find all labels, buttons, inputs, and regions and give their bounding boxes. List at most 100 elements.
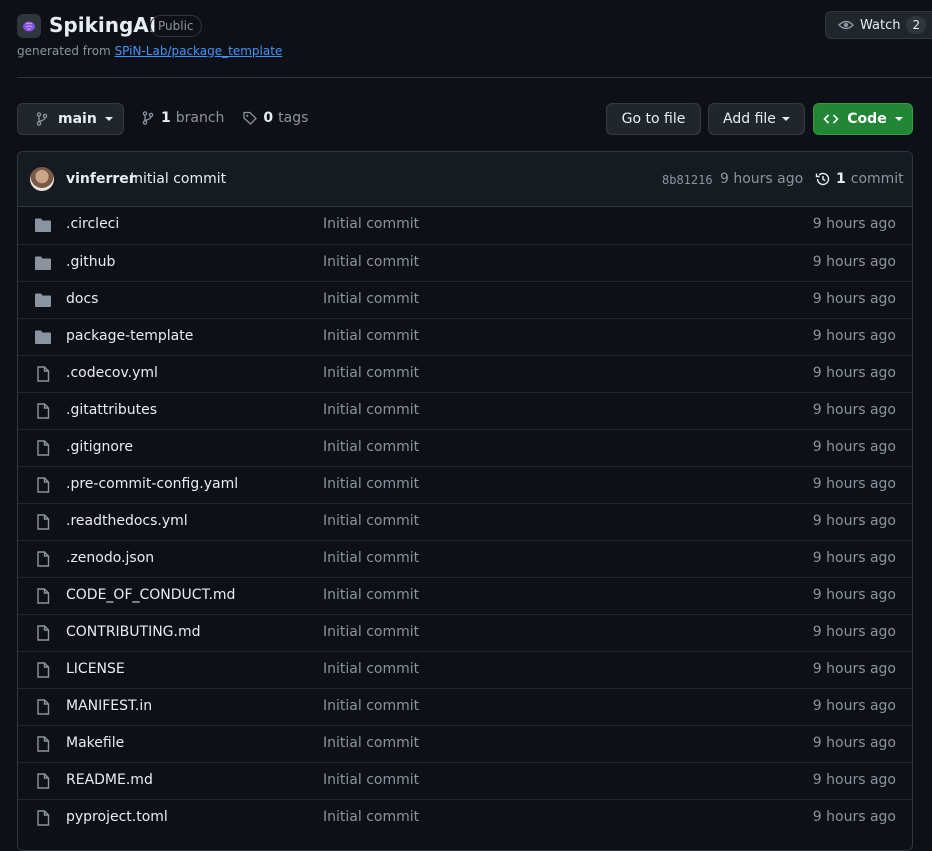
branch-name: main <box>58 111 97 127</box>
folder-icon <box>35 293 51 307</box>
file-row[interactable]: LICENSE Initial commit 9 hours ago <box>18 651 912 688</box>
file-commit-message[interactable]: Initial commit <box>323 476 419 492</box>
file-row[interactable]: MANIFEST.in Initial commit 9 hours ago <box>18 688 912 725</box>
file-commit-message[interactable]: Initial commit <box>323 216 419 232</box>
file-row[interactable]: package-template Initial commit 9 hours ag… <box>18 318 912 355</box>
watch-count: 2 <box>906 16 927 34</box>
file-name[interactable]: MANIFEST.in <box>66 698 152 714</box>
file-row[interactable]: CODE_OF_CONDUCT.md Initial commit 9 hours … <box>18 577 912 614</box>
file-row[interactable]: .github Initial commit 9 hours ago <box>18 244 912 281</box>
file-commit-message[interactable]: Initial commit <box>323 550 419 566</box>
tag-label: tags <box>278 110 309 126</box>
file-name[interactable]: pyproject.toml <box>66 809 168 825</box>
file-commit-message[interactable]: Initial commit <box>323 624 419 640</box>
repo-avatar <box>17 14 41 38</box>
eye-icon <box>838 20 854 30</box>
go-to-file-button[interactable]: Go to file <box>606 103 701 135</box>
folder-icon <box>35 256 51 270</box>
file-browser: vinferrer Initial commit 8b81216 9 hours… <box>17 151 913 851</box>
file-commit-time: 9 hours ago <box>812 439 896 455</box>
branch-label: branch <box>175 110 225 126</box>
file-icon <box>37 736 50 752</box>
watch-button[interactable]: Watch 2 <box>825 11 932 39</box>
commit-author[interactable]: vinferrer <box>66 171 136 187</box>
file-commit-time: 9 hours ago <box>812 661 896 677</box>
file-row[interactable]: .codecov.yml Initial commit 9 hours ago <box>18 355 912 392</box>
file-commit-message[interactable]: Initial commit <box>323 402 419 418</box>
avatar[interactable] <box>30 167 54 191</box>
file-row[interactable]: docs Initial commit 9 hours ago <box>18 281 912 318</box>
file-name[interactable]: docs <box>66 291 98 307</box>
file-commit-time: 9 hours ago <box>812 476 896 492</box>
file-name[interactable]: CODE_OF_CONDUCT.md <box>66 587 235 603</box>
file-commit-message[interactable]: Initial commit <box>323 254 419 270</box>
file-commit-message[interactable]: Initial commit <box>323 809 419 825</box>
file-icon <box>37 588 50 604</box>
tag-icon <box>243 111 258 125</box>
add-file-button[interactable]: Add file <box>708 103 805 135</box>
file-name[interactable]: package-template <box>66 328 193 344</box>
file-name[interactable]: .readthedocs.yml <box>66 513 188 529</box>
file-commit-message[interactable]: Initial commit <box>323 698 419 714</box>
file-commit-message[interactable]: Initial commit <box>323 439 419 455</box>
file-name[interactable]: .zenodo.json <box>66 550 154 566</box>
file-name[interactable]: Makefile <box>66 735 124 751</box>
code-icon <box>823 114 839 124</box>
file-commit-time: 9 hours ago <box>812 216 896 232</box>
file-icon <box>37 810 50 826</box>
file-icon <box>37 662 50 678</box>
commit-message[interactable]: Initial commit <box>130 171 226 187</box>
file-name[interactable]: .gitignore <box>66 439 133 455</box>
file-name[interactable]: README.md <box>66 772 153 788</box>
file-icon <box>37 403 50 419</box>
file-row[interactable]: README.md Initial commit 9 hours ago <box>18 762 912 799</box>
file-row[interactable]: .gitattributes Initial commit 9 hours ago <box>18 392 912 429</box>
file-commit-message[interactable]: Initial commit <box>323 735 419 751</box>
file-icon <box>37 440 50 456</box>
file-row[interactable]: .gitignore Initial commit 9 hours ago <box>18 429 912 466</box>
file-commit-message[interactable]: Initial commit <box>323 513 419 529</box>
chevron-down-icon <box>104 117 113 121</box>
file-commit-time: 9 hours ago <box>812 772 896 788</box>
file-commit-message[interactable]: Initial commit <box>323 661 419 677</box>
file-commit-message[interactable]: Initial commit <box>323 328 419 344</box>
tags-link[interactable]: 0 tags <box>242 110 308 126</box>
generated-from: generated from SPiN-Lab/package_template <box>17 44 282 58</box>
chevron-down-icon <box>894 117 903 121</box>
tag-count: 0 <box>263 110 274 126</box>
template-repo-link[interactable]: SPiN-Lab/package_template <box>115 44 283 58</box>
visibility-badge: Public <box>150 15 202 37</box>
branch-selector[interactable]: main <box>17 103 124 135</box>
file-name[interactable]: .circleci <box>66 216 119 232</box>
folder-icon <box>35 218 51 232</box>
file-row[interactable]: CONTRIBUTING.md Initial commit 9 hours ago <box>18 614 912 651</box>
file-row[interactable]: .pre-commit-config.yaml Initial commit 9 h… <box>18 466 912 503</box>
file-commit-message[interactable]: Initial commit <box>323 291 419 307</box>
file-name[interactable]: .gitattributes <box>66 402 157 418</box>
file-commit-message[interactable]: Initial commit <box>323 365 419 381</box>
commit-sha[interactable]: 8b81216 <box>662 173 713 187</box>
branches-link[interactable]: 1 branch <box>140 110 224 126</box>
file-name[interactable]: CONTRIBUTING.md <box>66 624 201 640</box>
file-name[interactable]: .codecov.yml <box>66 365 158 381</box>
branch-tag-info: 1 branch 0 tags <box>140 110 308 126</box>
commit-time: 9 hours ago <box>720 171 804 187</box>
repo-title[interactable]: SpikingAI <box>49 13 156 37</box>
commits-link[interactable]: 1 commit <box>815 171 904 187</box>
header-divider <box>17 77 932 78</box>
file-row[interactable]: .zenodo.json Initial commit 9 hours ago <box>18 540 912 577</box>
file-commit-time: 9 hours ago <box>812 809 896 825</box>
code-button[interactable]: Code <box>813 103 913 135</box>
file-name[interactable]: LICENSE <box>66 661 125 677</box>
file-commit-message[interactable]: Initial commit <box>323 772 419 788</box>
file-row[interactable]: .circleci Initial commit 9 hours ago <box>18 207 912 244</box>
file-icon <box>37 625 50 641</box>
folder-icon <box>35 330 51 344</box>
file-name[interactable]: .github <box>66 254 115 270</box>
file-row[interactable]: .readthedocs.yml Initial commit 9 hours ag… <box>18 503 912 540</box>
file-icon <box>37 773 50 789</box>
file-commit-message[interactable]: Initial commit <box>323 587 419 603</box>
file-row[interactable]: Makefile Initial commit 9 hours ago <box>18 725 912 762</box>
watch-label: Watch <box>860 17 901 33</box>
file-name[interactable]: .pre-commit-config.yaml <box>66 476 238 492</box>
